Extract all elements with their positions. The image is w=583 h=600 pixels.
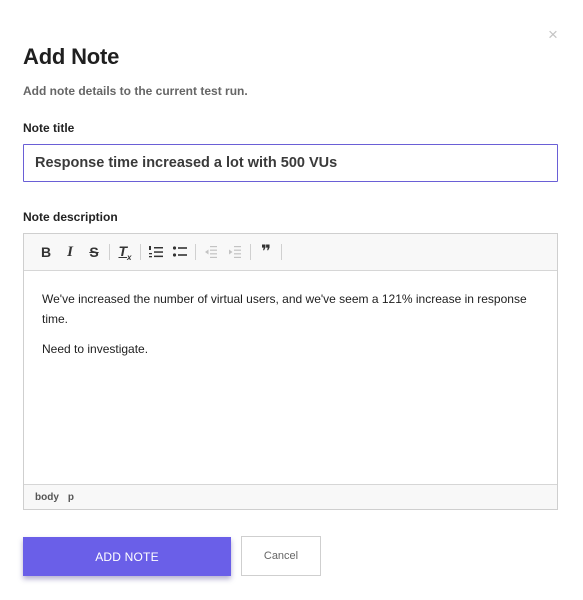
indent-button[interactable]: [223, 240, 247, 264]
dialog-subtitle: Add note details to the current test run…: [23, 84, 248, 98]
toolbar-divider: [281, 244, 282, 260]
note-title-label: Note title: [23, 121, 75, 135]
editor-toolbar: B I S Tx ❞: [24, 234, 557, 271]
strikethrough-button[interactable]: S: [82, 240, 106, 264]
add-note-dialog: × Add Note Add note details to the curre…: [0, 0, 583, 600]
outdent-icon: [205, 246, 217, 258]
rich-text-editor: B I S Tx ❞ We've increased the number of…: [23, 233, 558, 510]
indent-icon: [229, 246, 241, 258]
blockquote-button[interactable]: ❞: [254, 240, 278, 264]
italic-button[interactable]: I: [58, 240, 82, 264]
toolbar-divider: [109, 244, 110, 260]
toolbar-divider: [140, 244, 141, 260]
toolbar-divider: [195, 244, 196, 260]
note-description-editor[interactable]: We've increased the number of virtual us…: [24, 271, 557, 484]
bulleted-list-icon: [173, 246, 187, 257]
dialog-title: Add Note: [23, 44, 120, 69]
outdent-button[interactable]: [199, 240, 223, 264]
cancel-button[interactable]: Cancel: [241, 536, 321, 576]
note-title-input[interactable]: [23, 144, 558, 182]
editor-element-path: body p: [24, 484, 557, 509]
clear-format-icon: Tx: [118, 242, 132, 262]
bold-button[interactable]: B: [34, 240, 58, 264]
add-note-button[interactable]: ADD NOTE: [23, 537, 231, 576]
blockquote-icon: ❞: [261, 242, 271, 262]
numbered-list-button[interactable]: [144, 240, 168, 264]
clear-format-button[interactable]: Tx: [113, 240, 137, 264]
close-icon[interactable]: ×: [545, 26, 561, 43]
toolbar-divider: [250, 244, 251, 260]
description-paragraph: We've increased the number of virtual us…: [42, 292, 527, 326]
path-item-p[interactable]: p: [68, 492, 74, 503]
bulleted-list-button[interactable]: [168, 240, 192, 264]
note-description-label: Note description: [23, 210, 118, 224]
description-paragraph: Need to investigate.: [42, 342, 149, 356]
numbered-list-icon: [149, 246, 163, 258]
path-item-body[interactable]: body: [35, 492, 59, 503]
